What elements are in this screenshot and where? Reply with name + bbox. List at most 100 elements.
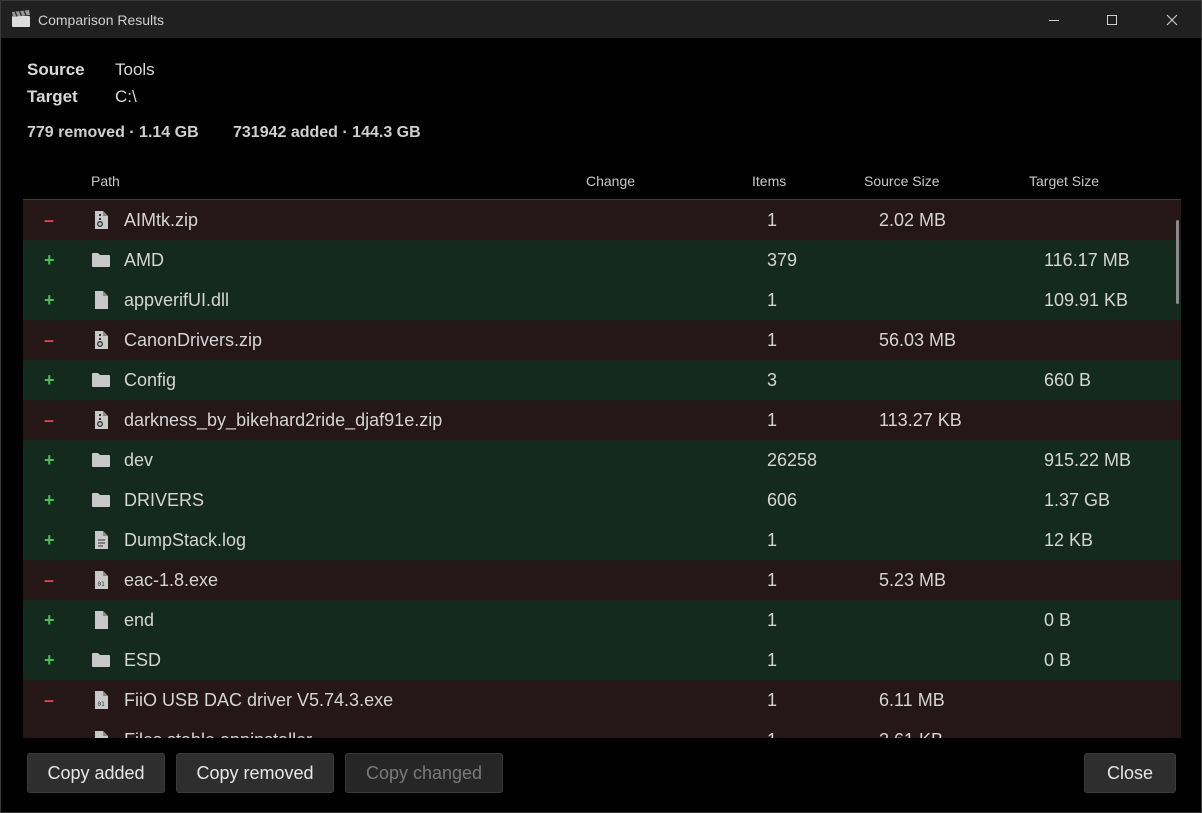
- row-source-size: 113.27 KB: [879, 410, 962, 430]
- source-label: Source: [27, 60, 85, 79]
- binary-file-icon: 01: [95, 571, 108, 589]
- zip-file-icon: [95, 411, 108, 429]
- row-path: ESD: [124, 650, 162, 670]
- title-bar[interactable]: Comparison Results: [1, 1, 1201, 38]
- added-sign-icon: +: [44, 530, 55, 550]
- row-items: 1: [767, 610, 778, 630]
- row-target-size: 915.22 MB: [1044, 450, 1132, 470]
- zip-file-icon: [95, 331, 108, 349]
- row-target-size: 1.37 GB: [1044, 490, 1111, 510]
- row-target-size: 0 B: [1044, 650, 1072, 670]
- row-path: AIMtk.zip: [124, 210, 199, 230]
- removed-sign-icon: –: [44, 570, 55, 590]
- row-items: 1: [767, 210, 778, 230]
- copy-removed-button[interactable]: Copy removed: [176, 753, 334, 793]
- table-row[interactable]: + ESD 1 0 B: [23, 640, 1181, 680]
- close-button[interactable]: Close: [1084, 753, 1176, 793]
- row-path: Files.stable.appinstaller: [124, 730, 312, 738]
- column-header-items[interactable]: Items: [752, 173, 786, 189]
- maximize-icon: [1107, 14, 1117, 25]
- added-sign-icon: +: [44, 450, 55, 470]
- table-row[interactable]: + dev 26258 915.22 MB: [23, 440, 1181, 480]
- text-file-icon: [95, 531, 108, 549]
- row-items: 1: [767, 650, 778, 670]
- removed-sign-icon: –: [44, 330, 55, 350]
- row-path: end: [124, 610, 155, 630]
- row-path: darkness_by_bikehard2ride_djaf91e.zip: [124, 410, 443, 430]
- row-target-size: 0 B: [1044, 610, 1072, 630]
- copy-changed-button[interactable]: Copy changed: [345, 753, 503, 793]
- file-icon: [95, 731, 108, 738]
- target-value: C:\: [115, 87, 137, 106]
- table-row[interactable]: – 01 FiiO USB DAC driver V5.74.3.exe 1 6.11 …: [23, 680, 1181, 720]
- folder-icon: [92, 453, 110, 467]
- maximize-button[interactable]: [1083, 1, 1141, 38]
- row-path: AMD: [124, 250, 164, 270]
- table-row[interactable]: – 01 eac-1.8.exe 1 5.23 MB: [23, 560, 1181, 600]
- copy-added-button[interactable]: Copy added: [27, 753, 165, 793]
- table-row[interactable]: – CanonDrivers.zip 1 56.03 MB: [23, 320, 1181, 360]
- binary-file-icon: 01: [95, 691, 108, 709]
- table-row[interactable]: + appverifUI.dll 1 109.91 KB: [23, 280, 1181, 320]
- added-sign-icon: +: [44, 650, 55, 670]
- vertical-scrollbar[interactable]: [1176, 220, 1179, 304]
- added-summary: 731942 added · 144.3 GB: [233, 124, 421, 141]
- row-path: DumpStack.log: [124, 530, 247, 550]
- added-sign-icon: +: [44, 290, 55, 310]
- table-row[interactable]: + AMD 379 116.17 MB: [23, 240, 1181, 280]
- target-label: Target: [27, 87, 78, 106]
- minimize-button[interactable]: [1025, 1, 1083, 38]
- table-row[interactable]: – darkness_by_bikehard2ride_djaf91e.zip 1 1…: [23, 400, 1181, 440]
- close-icon: [1166, 14, 1178, 25]
- folder-icon: [92, 373, 110, 387]
- folder-icon: [92, 253, 110, 267]
- folder-icon: [92, 493, 110, 507]
- results-list[interactable]: – AIMtk.zip 1 2.02 MB + AMD 379 116.17 MB + appve…: [23, 199, 1181, 738]
- added-sign-icon: +: [44, 610, 55, 630]
- folder-icon: [92, 653, 110, 667]
- clapperboard-icon: [12, 10, 30, 27]
- table-row[interactable]: + DumpStack.log 1 12 KB: [23, 520, 1181, 560]
- svg-text:01: 01: [98, 701, 106, 708]
- removed-sign-icon: –: [44, 730, 54, 738]
- file-icon: [95, 291, 108, 309]
- row-items: 606: [767, 490, 798, 510]
- added-sign-icon: +: [44, 370, 55, 390]
- row-path: FiiO USB DAC driver V5.74.3.exe: [124, 690, 394, 710]
- window-title: Comparison Results: [38, 12, 165, 28]
- row-source-size: 2.02 MB: [879, 210, 947, 230]
- row-items: 1: [767, 290, 778, 310]
- minimize-icon: [1049, 19, 1059, 21]
- row-target-size: 109.91 KB: [1044, 290, 1129, 310]
- row-items: 1: [767, 530, 778, 550]
- column-header-target-size[interactable]: Target Size: [1029, 173, 1099, 189]
- row-items: 1: [767, 330, 778, 350]
- row-source-size: 2.61 KB: [879, 730, 943, 738]
- removed-summary: 779 removed · 1.14 GB: [27, 124, 199, 141]
- table-row[interactable]: + end 1 0 B: [23, 600, 1181, 640]
- column-header-path[interactable]: Path: [91, 173, 120, 189]
- column-header-change[interactable]: Change: [586, 173, 635, 189]
- row-items: 1: [767, 570, 778, 590]
- row-target-size: 12 KB: [1044, 530, 1094, 550]
- row-path: eac-1.8.exe: [124, 570, 219, 590]
- table-row[interactable]: – AIMtk.zip 1 2.02 MB: [23, 200, 1181, 240]
- column-header-source-size[interactable]: Source Size: [864, 173, 939, 189]
- svg-text:01: 01: [98, 581, 106, 588]
- row-items: 1: [767, 410, 778, 430]
- row-path: appverifUI.dll: [124, 290, 230, 310]
- removed-sign-icon: –: [44, 210, 55, 230]
- table-row[interactable]: + DRIVERS 606 1.37 GB: [23, 480, 1181, 520]
- removed-sign-icon: –: [44, 410, 55, 430]
- added-sign-icon: +: [44, 250, 55, 270]
- zip-file-icon: [95, 211, 108, 229]
- table-row[interactable]: + Config 3 660 B: [23, 360, 1181, 400]
- row-items: 26258: [767, 450, 818, 470]
- window-close-button[interactable]: [1143, 1, 1201, 38]
- row-path: Config: [124, 370, 177, 390]
- table-row[interactable]: – Files.stable.appinstaller 1 2.61 KB: [23, 720, 1181, 738]
- row-items: 1: [767, 730, 777, 738]
- source-value: Tools: [115, 60, 155, 79]
- comparison-results-window: Comparison Results Source Tools Target C…: [0, 0, 1202, 813]
- row-items: 1: [767, 690, 778, 710]
